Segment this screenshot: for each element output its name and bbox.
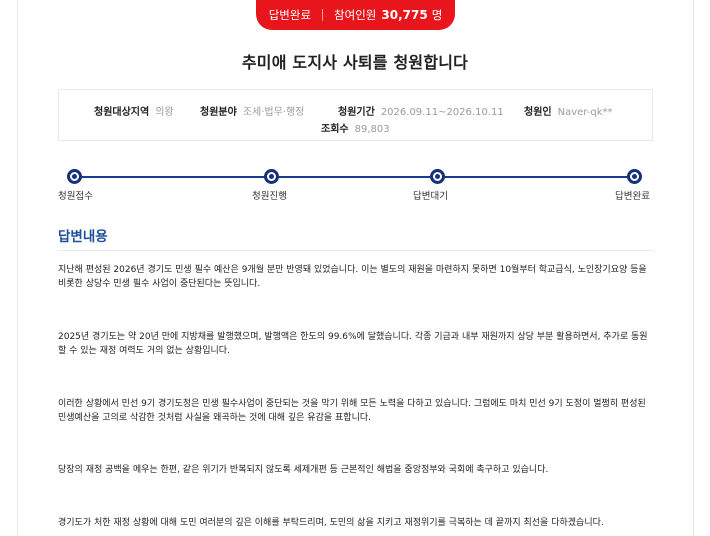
period-label: 청원기간 bbox=[338, 107, 375, 118]
views-value: 89,803 bbox=[354, 124, 390, 135]
views-info: 조회수 89,803 bbox=[321, 120, 390, 135]
answer-paragraph: 이러한 상황에서 민선 9기 경기도정은 민생 필수사업이 중단되는 것을 막기… bbox=[58, 399, 646, 423]
participants-label: 참여인원 bbox=[334, 8, 377, 22]
progress-step-label: 답변대기 bbox=[413, 191, 448, 202]
field-value: 조세·법무·행정 bbox=[242, 107, 305, 118]
petitioner-info: 청원인 Naver-qk** bbox=[524, 103, 613, 118]
petition-info-box: 청원대상지역 의왕 청원분야 조세·법무·행정 청원기간 2026.09.11~202… bbox=[58, 89, 653, 141]
region-label: 청원대상지역 bbox=[94, 107, 150, 118]
progress-line bbox=[75, 176, 636, 178]
views-label: 조회수 bbox=[321, 124, 349, 135]
answer-paragraph: 당장의 재정 공백을 메우는 한편, 같은 위기가 반복되지 않도록 세제개편 … bbox=[58, 465, 549, 475]
participants-count: 30,775 bbox=[381, 8, 428, 22]
progress-step-label: 청원접수 bbox=[58, 191, 93, 202]
region-value: 의왕 bbox=[155, 107, 174, 118]
progress-dot-icon bbox=[430, 169, 445, 184]
status-badge: 답변완료 참여인원 30,775 명 bbox=[256, 0, 455, 30]
answer-section-title: 답변내용 bbox=[58, 229, 108, 245]
petitioner-label: 청원인 bbox=[524, 107, 552, 118]
progress-step-label: 답변완료 bbox=[615, 191, 650, 202]
page-title: 추미애 도지사 사퇴를 청원합니다 bbox=[241, 53, 469, 72]
progress-step-label: 청원진행 bbox=[252, 191, 287, 202]
period-info: 청원기간 2026.09.11~2026.10.11 bbox=[338, 103, 504, 118]
answer-paragraph: 경기도가 처한 재정 상황에 대해 도민 여러분의 깊은 이해를 부탁드리며, … bbox=[58, 518, 604, 528]
answer-paragraph: 지난해 편성된 2026년 경기도 민생 필수 예산은 9개월 분만 반영돼 있… bbox=[58, 265, 647, 289]
progress-dot-icon bbox=[264, 169, 279, 184]
field-info: 청원분야 조세·법무·행정 bbox=[200, 103, 304, 118]
answer-paragraph: 2025년 경기도는 약 20년 만에 지방채를 발행했으며, 발행액은 한도의… bbox=[58, 332, 648, 356]
status-divider bbox=[322, 9, 324, 21]
period-value: 2026.09.11~2026.10.11 bbox=[380, 107, 504, 118]
field-label: 청원분야 bbox=[200, 107, 237, 118]
petitioner-value: Naver-qk** bbox=[557, 107, 613, 118]
section-divider bbox=[58, 250, 653, 251]
status-label: 답변완료 bbox=[268, 8, 312, 22]
progress-dot-icon bbox=[67, 169, 82, 184]
region-info: 청원대상지역 의왕 bbox=[94, 103, 174, 118]
participants-unit: 명 bbox=[431, 8, 443, 22]
progress-tracker: 청원접수 청원진행 답변대기 답변완료 bbox=[58, 168, 653, 202]
progress-dot-icon bbox=[627, 169, 642, 184]
